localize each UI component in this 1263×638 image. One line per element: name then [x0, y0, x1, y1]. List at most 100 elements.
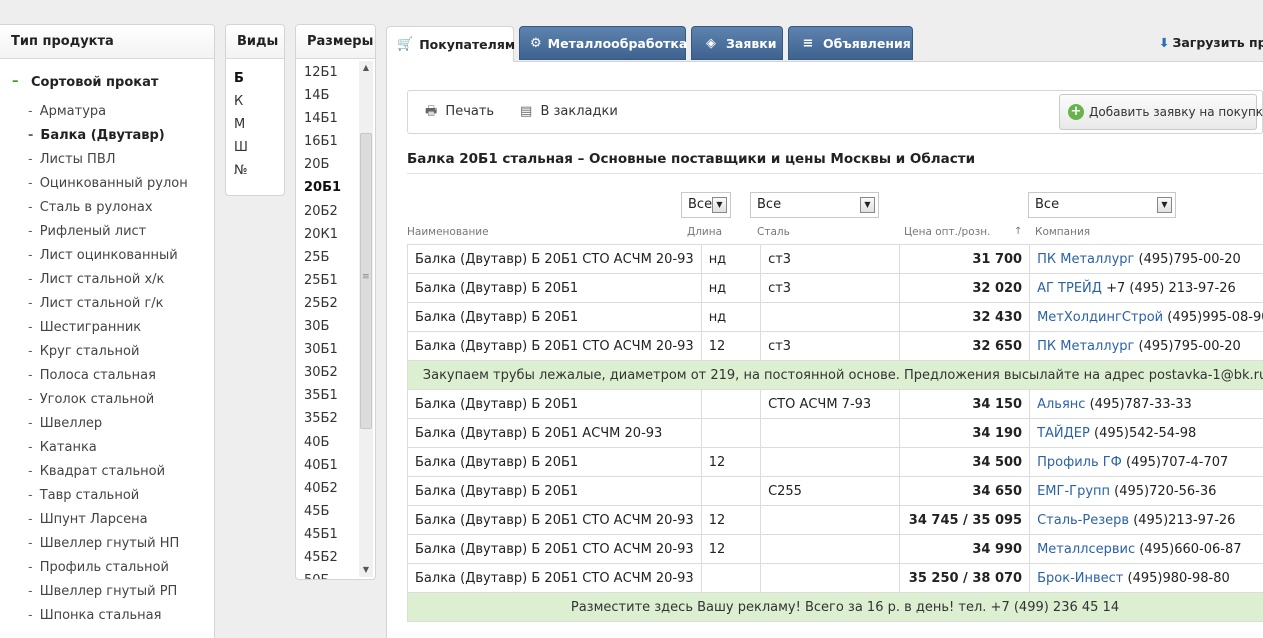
cell-name: Балка (Двутавр) Б 20Б1 СТО АСЧМ 20-93 [407, 563, 702, 593]
product-type-item[interactable]: - Лист оцинкованный [28, 245, 188, 269]
product-type-item[interactable]: - Лист стальной г/к [28, 293, 188, 317]
bookmark-icon: ▤ [520, 104, 533, 119]
cell-price: 32 020 [898, 273, 1031, 303]
kind-item[interactable]: № [234, 159, 284, 182]
steel-filter-select[interactable]: Все ▼ [750, 192, 879, 218]
company-filter-select[interactable]: Все ▼ [1028, 192, 1176, 218]
cell-length: нд [700, 273, 762, 303]
tab-metalwork[interactable]: ⚙ Металлообработка [519, 26, 687, 60]
bookmark-button[interactable]: ▤ В закладки [520, 91, 618, 133]
kind-item[interactable]: М [234, 113, 284, 136]
product-type-item[interactable]: - Круг стальной [28, 341, 188, 365]
product-type-item[interactable]: - Катанка [28, 437, 188, 461]
sizes-panel: Размеры 12Б1 14Б 14Б1 16Б1 20Б 20Б1 20Б2 20К1 25… [295, 24, 376, 580]
cell-steel: ст3 [760, 331, 900, 361]
chevron-down-icon: ▼ [860, 197, 875, 213]
cell-length: нд [700, 244, 762, 274]
kinds-title: Виды [226, 25, 284, 59]
product-type-label: Швеллер гнутый НП [39, 536, 180, 551]
cell-steel [760, 534, 900, 564]
upload-icon: ⬇ [1159, 35, 1170, 50]
cell-steel: ст3 [760, 273, 900, 303]
sizes-scrollbar[interactable]: ▲ ▼ [359, 61, 373, 577]
company-link[interactable]: ЕМГ-Групп [1037, 484, 1110, 499]
scroll-thumb[interactable] [360, 133, 372, 429]
product-type-item[interactable]: - Квадрат стальной [28, 461, 188, 485]
product-type-item[interactable]: - Арматура [28, 101, 188, 125]
kind-item[interactable]: Б [234, 67, 284, 90]
tab-buyers[interactable]: 🛒 Покупателям [386, 26, 515, 62]
product-type-label: Арматура [39, 104, 107, 119]
collapse-icon[interactable]: – [12, 74, 19, 89]
product-type-item[interactable]: - Шпунт Ларсена [28, 509, 188, 533]
product-type-label: Круг стальной [39, 344, 140, 359]
cell-steel [760, 505, 900, 535]
cell-company: Альянс (495)787-33-33 [1029, 389, 1263, 419]
product-type-item[interactable]: - Профиль стальной [28, 557, 188, 581]
cell-company: Сталь-Резерв (495)213-97-26 [1029, 505, 1263, 535]
dash-marker: - [28, 608, 33, 623]
company-link[interactable]: ПК Металлург [1037, 252, 1134, 267]
company-phone: (495)707-4-707 [1126, 454, 1229, 470]
column-header-price[interactable]: Цена опт./розн. [904, 226, 990, 238]
product-type-item[interactable]: - Лист стальной х/к [28, 269, 188, 293]
column-header-name[interactable]: Наименование [407, 226, 489, 238]
cell-company: Брок-Инвест (495)980-98-80 [1029, 563, 1263, 593]
sort-arrow-icon[interactable]: ↑ [1014, 226, 1022, 237]
product-type-item[interactable]: - Швеллер гнутый РП [28, 581, 188, 605]
product-type-item[interactable]: - Балка (Двутавр) [28, 125, 188, 149]
length-filter-select[interactable]: Все ▼ [681, 192, 731, 218]
cell-length: 12 [700, 505, 762, 535]
tab-ads[interactable]: ≡ Объявления [788, 26, 913, 60]
kinds-list: Б К М Ш № [226, 59, 284, 182]
scroll-down-icon[interactable]: ▼ [359, 563, 373, 577]
product-type-item[interactable]: - Швеллер [28, 413, 188, 437]
column-header-length[interactable]: Длина [687, 226, 722, 238]
add-request-button[interactable]: + Добавить заявку на покупку [1059, 94, 1263, 130]
gear-icon: ⚙ [530, 35, 542, 51]
table-row: Балка (Двутавр) Б 20Б1 СТО АСЧМ 20-93 35 … [407, 563, 1263, 593]
company-link[interactable]: Брок-Инвест [1037, 571, 1123, 586]
kind-item[interactable]: Ш [234, 136, 284, 159]
product-type-item[interactable]: - Рифленый лист [28, 221, 188, 245]
dash-marker: - [28, 320, 33, 335]
product-type-label: Профиль стальной [39, 560, 169, 575]
upload-link[interactable]: ⬇Загрузить пра [1159, 35, 1263, 50]
tab-orders[interactable]: ◈ Заявки [691, 26, 783, 60]
company-link[interactable]: ПК Металлург [1037, 339, 1134, 354]
company-link[interactable]: Металлсервис [1037, 542, 1135, 557]
ad-row: Закупаем трубы лежалые, диаметром от 219… [407, 360, 1263, 390]
suppliers-table: Балка (Двутавр) Б 20Б1 СТО АСЧМ 20-93 нд с… [407, 244, 1263, 622]
product-type-item[interactable]: - Тавр стальной [28, 485, 188, 509]
company-link[interactable]: Профиль ГФ [1037, 455, 1122, 470]
product-type-item[interactable]: - Швеллер гнутый НП [28, 533, 188, 557]
product-type-item[interactable]: - Листы ПВЛ [28, 149, 188, 173]
dash-marker: - [28, 152, 33, 167]
product-type-item[interactable]: - Сталь в рулонах [28, 197, 188, 221]
product-type-label: Швеллер гнутый РП [39, 584, 178, 599]
product-type-item[interactable]: - Полоса стальная [28, 365, 188, 389]
cell-length [700, 476, 762, 506]
product-type-item[interactable]: - Оцинкованный рулон [28, 173, 188, 197]
cell-price: 34 150 [898, 389, 1031, 419]
company-link[interactable]: АГ ТРЕЙД [1037, 281, 1102, 296]
print-button[interactable]: 🖶 Печать [425, 91, 494, 133]
company-link[interactable]: ТАЙДЕР [1037, 426, 1090, 441]
cell-price: 32 430 [898, 302, 1031, 332]
column-header-steel[interactable]: Сталь [757, 226, 790, 238]
company-link[interactable]: Сталь-Резерв [1037, 513, 1129, 528]
product-type-item[interactable]: - Уголок стальной [28, 389, 188, 413]
cell-price: 34 190 [898, 418, 1031, 448]
length-filter-value: Все [688, 197, 713, 212]
company-link[interactable]: Альянс [1037, 397, 1085, 412]
kind-item[interactable]: К [234, 90, 284, 113]
dash-marker: - [28, 584, 33, 599]
scroll-up-icon[interactable]: ▲ [359, 61, 373, 75]
product-type-item[interactable]: - Шестигранник [28, 317, 188, 341]
product-type-label: Шпонка стальная [39, 608, 162, 623]
table-row: Балка (Двутавр) Б 20Б1 СТО АСЧМ 20-93 12 с… [407, 331, 1263, 361]
product-type-item[interactable]: - Шпонка стальная [28, 605, 188, 629]
company-link[interactable]: МетХолдингСтрой [1037, 310, 1163, 325]
category-title[interactable]: Сортовой прокат [31, 75, 158, 90]
column-header-company[interactable]: Компания [1035, 226, 1090, 238]
